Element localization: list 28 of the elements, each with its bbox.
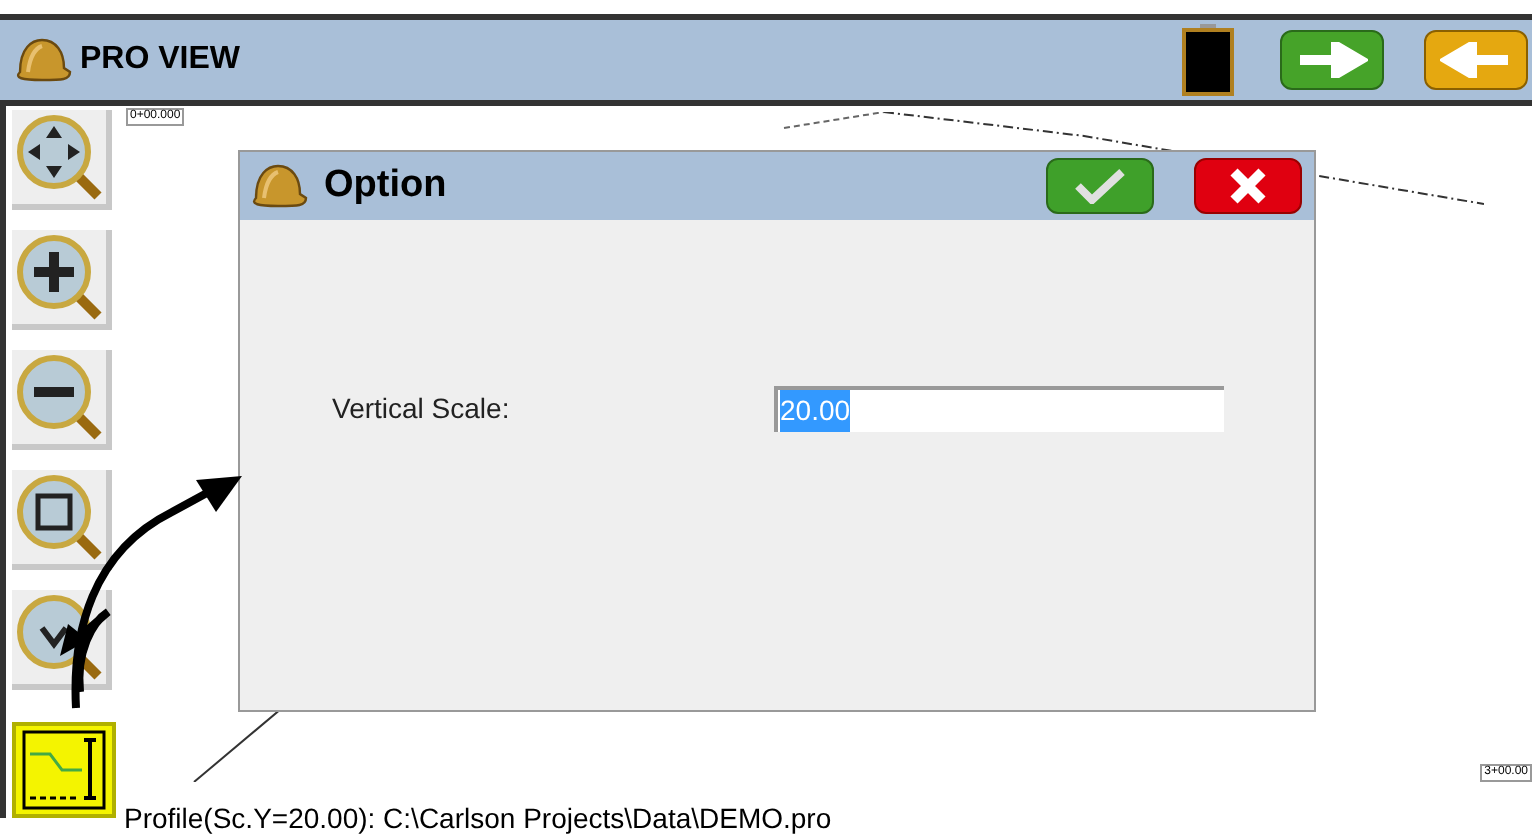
hard-hat-icon — [248, 162, 308, 210]
profile-chart-icon — [22, 730, 106, 810]
dialog-title: Option — [324, 161, 447, 210]
pan-tool-button[interactable] — [12, 110, 112, 210]
window-title: PRO VIEW — [80, 40, 241, 80]
left-arrow-icon — [1440, 42, 1512, 78]
magnifier-icon — [13, 471, 105, 563]
zoom-out-tool-button[interactable] — [12, 350, 112, 450]
status-text: Profile(Sc.Y=20.00): C:\Carlson Projects\Data\DEMO.pro — [124, 799, 832, 838]
cancel-button[interactable] — [1194, 158, 1302, 214]
zoom-window-tool-button[interactable] — [12, 470, 112, 570]
zoom-in-tool-button[interactable] — [12, 230, 112, 330]
scale-input-field[interactable]: 20.00 — [774, 385, 1224, 431]
magnifier-icon — [13, 231, 105, 323]
checkmark-icon — [1072, 168, 1128, 204]
magnifier-icon — [13, 591, 105, 683]
close-icon — [1228, 168, 1268, 204]
profile-tool-button[interactable] — [12, 722, 116, 818]
battery-icon[interactable] — [1176, 20, 1240, 100]
magnifier-icon — [13, 111, 105, 203]
back-button[interactable] — [1424, 30, 1528, 90]
next-button[interactable] — [1280, 30, 1384, 90]
magnifier-icon — [13, 351, 105, 443]
ok-button[interactable] — [1046, 158, 1154, 214]
right-arrow-icon — [1296, 42, 1368, 78]
field-value: 20.00 — [780, 389, 851, 431]
field-label: Vertical Scale: — [332, 389, 512, 427]
hard-hat-icon — [12, 36, 72, 84]
